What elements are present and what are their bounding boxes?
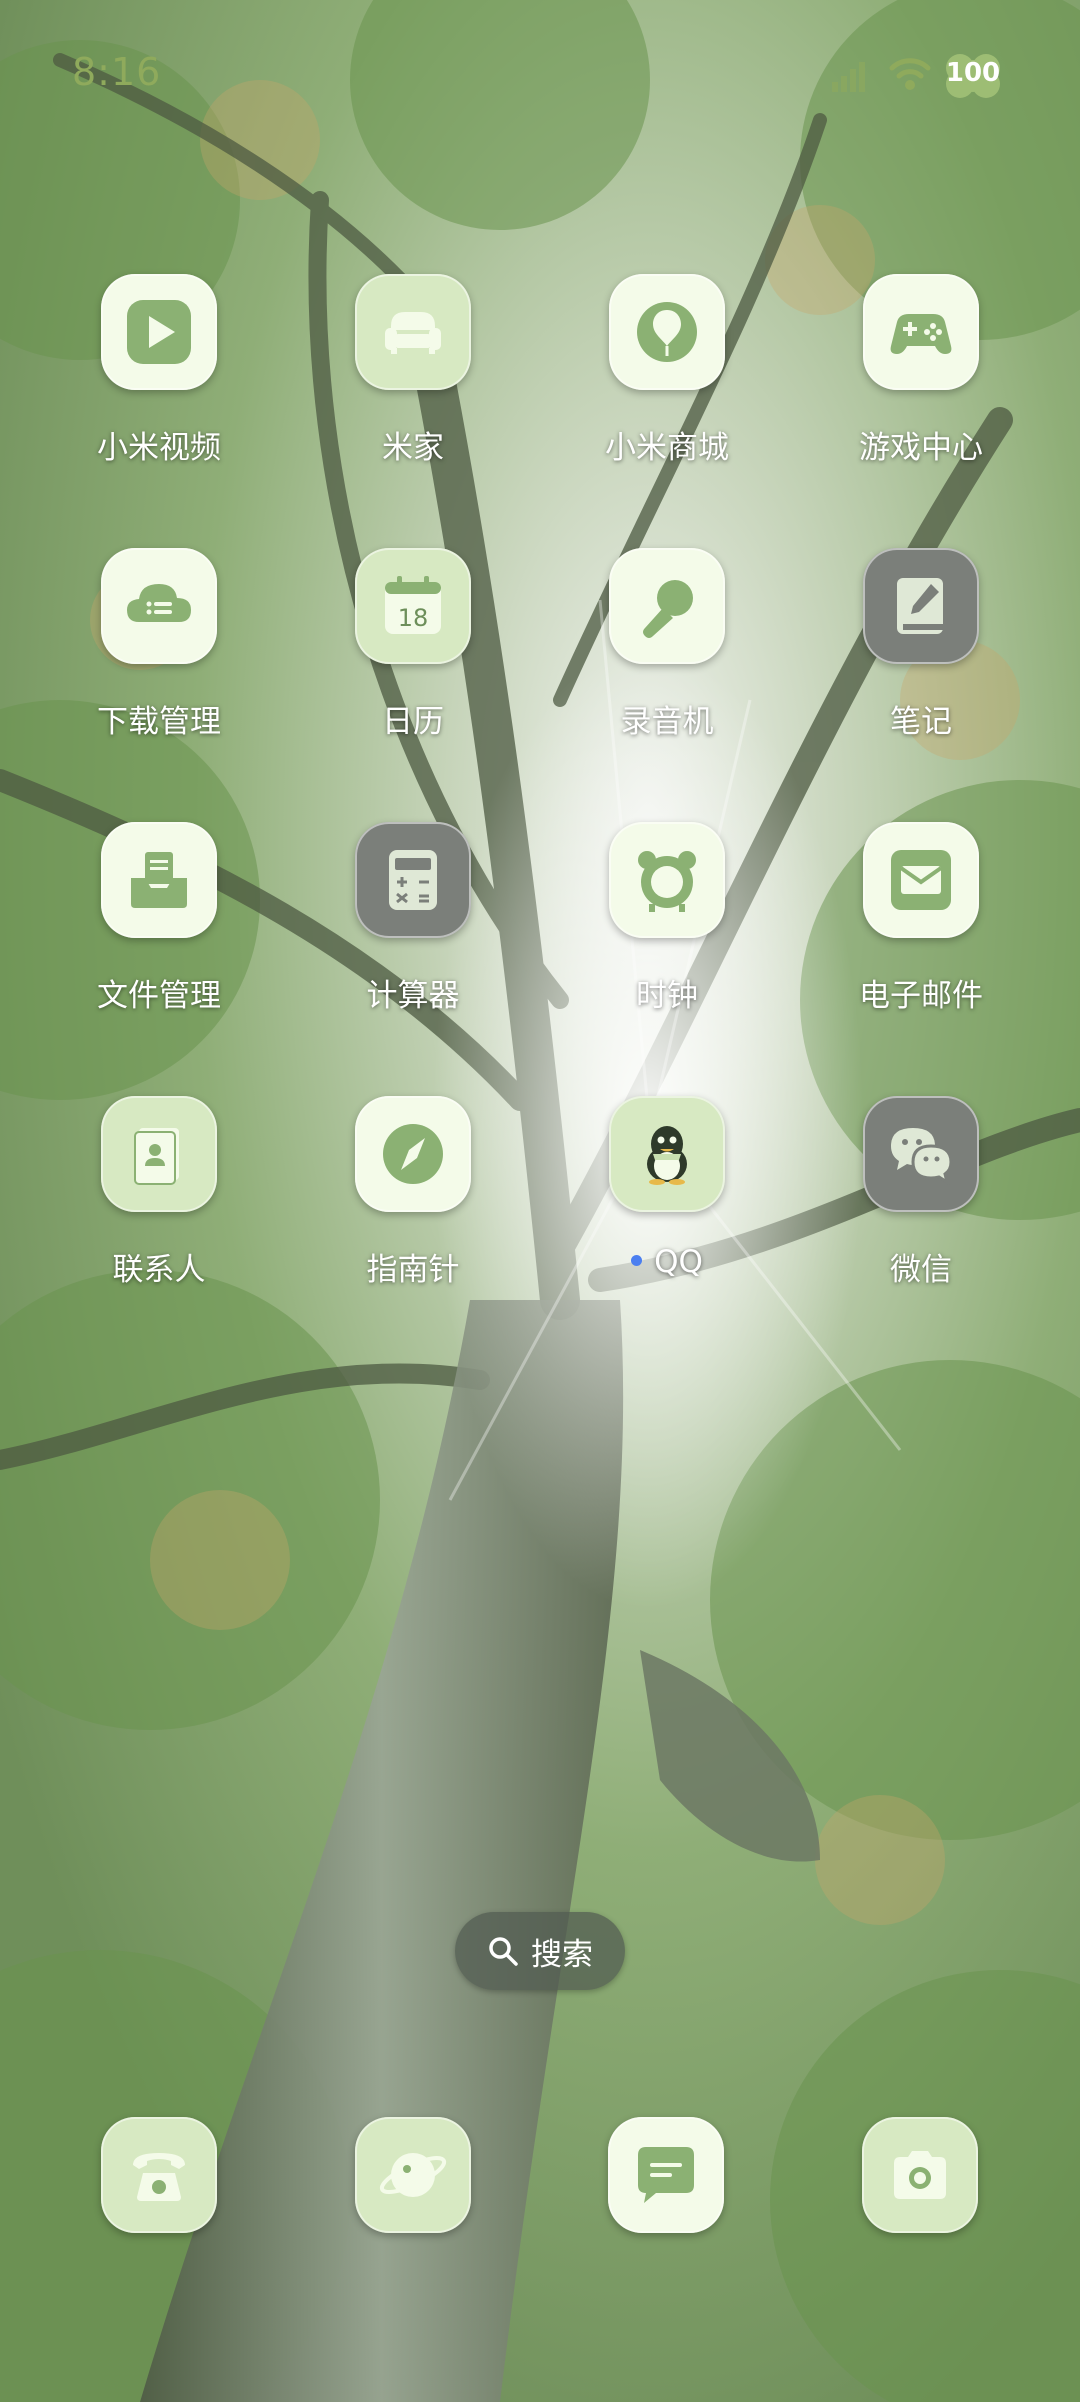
gamepad-icon bbox=[863, 274, 979, 390]
app-label: 录音机 bbox=[620, 704, 714, 740]
app-label: 指南针 bbox=[366, 1252, 460, 1288]
app-notes[interactable]: 笔记 bbox=[821, 548, 1021, 798]
phone-icon bbox=[101, 2117, 217, 2233]
app-email[interactable]: 电子邮件 bbox=[821, 822, 1021, 1072]
dock-browser[interactable] bbox=[355, 2117, 471, 2233]
status-time: 8:16 bbox=[72, 50, 162, 94]
app-downloads[interactable]: 下载管理 bbox=[59, 548, 259, 798]
dock-phone[interactable] bbox=[101, 2117, 217, 2233]
notebook-icon bbox=[863, 548, 979, 664]
cloud-download-icon bbox=[101, 548, 217, 664]
chat-bubbles-icon bbox=[863, 1096, 979, 1212]
new-indicator-dot bbox=[631, 1255, 643, 1266]
app-label: 笔记 bbox=[890, 704, 952, 740]
dock-messages[interactable] bbox=[608, 2117, 724, 2233]
microphone-icon bbox=[609, 548, 725, 664]
alarm-clock-icon bbox=[609, 822, 725, 938]
compass-icon bbox=[355, 1096, 471, 1212]
balloon-icon bbox=[609, 274, 725, 390]
app-label-text: QQ bbox=[654, 1244, 703, 1280]
app-label: 小米商城 bbox=[605, 430, 729, 466]
app-game-center[interactable]: 游戏中心 bbox=[821, 274, 1021, 524]
app-label: 日历 bbox=[382, 704, 444, 740]
app-qq[interactable]: QQ bbox=[567, 1096, 767, 1346]
app-label: 游戏中心 bbox=[859, 430, 983, 466]
app-calculator[interactable]: 计算器 bbox=[313, 822, 513, 1072]
search-label: 搜索 bbox=[531, 1936, 593, 1973]
app-clock[interactable]: 时钟 bbox=[567, 822, 767, 1072]
app-label: 计算器 bbox=[366, 978, 460, 1014]
wifi-icon bbox=[889, 58, 931, 90]
app-label: 文件管理 bbox=[97, 978, 221, 1014]
app-contacts[interactable]: 联系人 bbox=[59, 1096, 259, 1346]
app-label: QQ bbox=[557, 1244, 777, 1280]
battery-level: 100 bbox=[945, 58, 1001, 88]
file-tray-icon bbox=[101, 822, 217, 938]
battery-indicator: 100 bbox=[938, 48, 1008, 104]
calendar-day: 18 bbox=[398, 604, 429, 632]
message-icon bbox=[608, 2117, 724, 2233]
planet-icon bbox=[355, 2117, 471, 2233]
app-calendar[interactable]: 18 日历 bbox=[313, 548, 513, 798]
app-label: 时钟 bbox=[636, 978, 698, 1014]
mail-icon bbox=[863, 822, 979, 938]
home-search-button[interactable]: 搜索 bbox=[455, 1912, 625, 1990]
signal-icon bbox=[832, 62, 865, 92]
app-mijia[interactable]: 米家 bbox=[313, 274, 513, 524]
dock-camera[interactable] bbox=[862, 2117, 978, 2233]
app-label: 电子邮件 bbox=[859, 978, 983, 1014]
app-file-manager[interactable]: 文件管理 bbox=[59, 822, 259, 1072]
app-label: 小米视频 bbox=[97, 430, 221, 466]
app-label: 米家 bbox=[382, 430, 444, 466]
calendar-icon: 18 bbox=[355, 548, 471, 664]
calculator-icon bbox=[355, 822, 471, 938]
sofa-icon bbox=[355, 274, 471, 390]
app-wechat[interactable]: 微信 bbox=[821, 1096, 1021, 1346]
app-label: 下载管理 bbox=[97, 704, 221, 740]
app-label: 联系人 bbox=[112, 1252, 206, 1288]
app-compass[interactable]: 指南针 bbox=[313, 1096, 513, 1346]
play-icon bbox=[101, 274, 217, 390]
contacts-icon bbox=[101, 1096, 217, 1212]
penguin-icon bbox=[609, 1096, 725, 1212]
app-recorder[interactable]: 录音机 bbox=[567, 548, 767, 798]
search-icon bbox=[489, 1937, 518, 1966]
status-bar: 8:16 100 bbox=[0, 0, 1080, 150]
app-label: 微信 bbox=[890, 1252, 952, 1288]
app-mi-store[interactable]: 小米商城 bbox=[567, 274, 767, 524]
app-mi-video[interactable]: 小米视频 bbox=[59, 274, 259, 524]
camera-icon bbox=[862, 2117, 978, 2233]
